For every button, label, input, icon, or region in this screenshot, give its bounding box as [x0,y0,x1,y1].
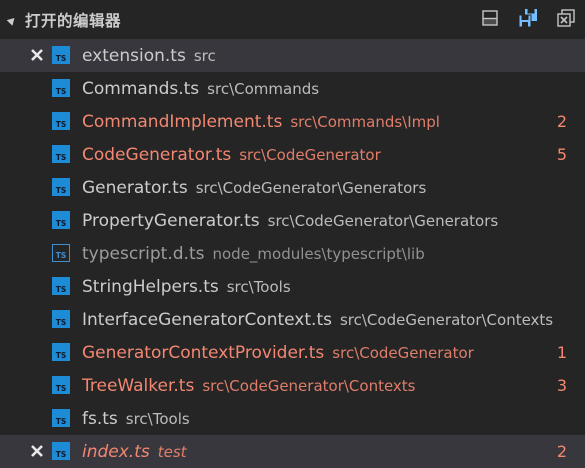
editor-file-path: test [157,442,187,461]
editor-file-path: src\CodeGenerator\Contexts [339,310,554,329]
close-all-icon[interactable] [555,7,577,29]
editor-file-path: src\Tools [226,277,291,296]
collapse-chevron-icon[interactable] [6,14,18,26]
open-editor-item[interactable]: TS InterfaceGeneratorContext.ts src\CodeGe… [0,303,585,336]
editor-file-path: src\CodeGenerator\Contexts [202,376,416,395]
editor-file-name: GeneratorContextProvider.ts [82,342,325,363]
ts-file-icon: TS [52,46,70,64]
ts-icon-label: TS [55,450,67,459]
save-all-icon[interactable] [517,7,539,29]
header-actions [479,7,577,29]
open-editor-item[interactable]: TS StringHelpers.ts src\Tools [0,270,585,303]
open-editor-item[interactable]: TS fs.ts src\Tools [0,402,585,435]
editor-file-name: Generator.ts [82,177,188,198]
ts-icon-label: TS [55,219,67,228]
open-editor-item[interactable]: TS TreeWalker.ts src\CodeGenerator\Context… [0,369,585,402]
editor-file-name: extension.ts [82,45,186,66]
open-editor-item[interactable]: TS CommandImplement.ts src\Commands\Impl 2 [0,105,585,138]
editor-file-name: InterfaceGeneratorContext.ts [82,309,332,330]
ts-icon-label: TS [55,153,67,162]
editor-file-name: CodeGenerator.ts [82,144,232,165]
editor-file-name: typescript.d.ts [82,243,205,264]
editor-label: Commands.ts src\Commands [82,72,319,105]
open-editor-item[interactable]: TS GeneratorContextProvider.ts src\CodeGen… [0,336,585,369]
editor-file-name: index.ts [82,441,150,462]
editor-file-name: CommandImplement.ts [82,111,283,132]
toggle-layout-icon[interactable] [479,7,501,29]
ts-file-icon: TS [52,112,70,130]
ts-definition-file-icon: TS [52,244,70,262]
editor-file-name: TreeWalker.ts [82,375,195,396]
editor-label: CommandImplement.ts src\Commands\Impl [82,105,440,138]
section-title: 打开的编辑器 [25,11,122,30]
editor-file-name: PropertyGenerator.ts [82,210,260,231]
editor-label: fs.ts src\Tools [82,402,190,435]
ts-icon-label: TS [55,384,67,393]
editor-label: GeneratorContextProvider.ts src\CodeGener… [82,336,474,369]
editor-file-path: src [193,46,216,65]
open-editor-item[interactable]: TS PropertyGenerator.ts src\CodeGenerator\… [0,204,585,237]
editor-label: PropertyGenerator.ts src\CodeGenerator\Ge… [82,204,498,237]
ts-file-icon: TS [52,343,70,361]
editor-file-path: src\CodeGenerator\Generators [267,211,499,230]
problem-count-badge: 1 [556,343,567,362]
open-editors-list: TS extension.ts src TS Commands.ts src\Comman… [0,39,585,468]
editor-label: Generator.ts src\CodeGenerator\Generators [82,171,426,204]
editor-file-path: src\Tools [125,409,190,428]
problem-count-badge: 5 [556,145,567,164]
ts-file-icon: TS [52,409,70,427]
editor-file-path: src\Commands [207,79,320,98]
open-editor-item[interactable]: TS typescript.d.ts node_modules\typescript… [0,237,585,270]
editor-label: StringHelpers.ts src\Tools [82,270,291,303]
ts-file-icon: TS [52,178,70,196]
ts-file-icon: TS [52,376,70,394]
open-editor-item[interactable]: TS Commands.ts src\Commands [0,72,585,105]
problem-count-badge: 2 [556,112,567,131]
problem-count-badge: 2 [556,442,567,461]
ts-icon-label: TS [55,251,67,260]
ts-icon-label: TS [55,120,67,129]
open-editor-item[interactable]: TS CodeGenerator.ts src\CodeGenerator 5 [0,138,585,171]
ts-file-icon: TS [52,310,70,328]
ts-file-icon: TS [52,442,70,460]
editor-file-name: fs.ts [82,408,118,429]
ts-file-icon: TS [52,277,70,295]
ts-file-icon: TS [52,145,70,163]
ts-file-icon: TS [52,211,70,229]
ts-file-icon: TS [52,79,70,97]
ts-icon-label: TS [55,351,67,360]
ts-icon-label: TS [55,417,67,426]
editor-label: InterfaceGeneratorContext.ts src\CodeGene… [82,303,553,336]
open-editors-panel: 打开的编辑器 TS extension.ts src TS Commands.t… [0,0,585,468]
editor-file-path: src\CodeGenerator\Generators [195,178,427,197]
editor-file-path: src\Commands\Impl [290,112,440,131]
editor-label: CodeGenerator.ts src\CodeGenerator [82,138,381,171]
ts-icon-label: TS [55,318,67,327]
open-editor-item[interactable]: TS extension.ts src [0,39,585,72]
open-editor-item[interactable]: TS Generator.ts src\CodeGenerator\Generato… [0,171,585,204]
ts-icon-label: TS [55,54,67,63]
editor-file-path: src\CodeGenerator [332,343,474,362]
open-editors-header[interactable]: 打开的编辑器 [0,0,585,39]
ts-icon-label: TS [55,186,67,195]
close-icon[interactable] [28,46,46,64]
ts-icon-label: TS [55,285,67,294]
editor-label: index.ts test [82,435,187,468]
editor-file-path: src\CodeGenerator [239,145,381,164]
ts-icon-label: TS [55,87,67,96]
editor-file-name: StringHelpers.ts [82,276,219,297]
editor-label: TreeWalker.ts src\CodeGenerator\Contexts [82,369,416,402]
editor-label: typescript.d.ts node_modules\typescript\l… [82,237,425,270]
problem-count-badge: 3 [556,376,567,395]
close-icon[interactable] [28,442,46,460]
open-editor-item[interactable]: TS index.ts test 2 [0,435,585,468]
editor-label: extension.ts src [82,39,216,72]
editor-file-path: node_modules\typescript\lib [212,244,425,263]
editor-file-name: Commands.ts [82,78,200,99]
